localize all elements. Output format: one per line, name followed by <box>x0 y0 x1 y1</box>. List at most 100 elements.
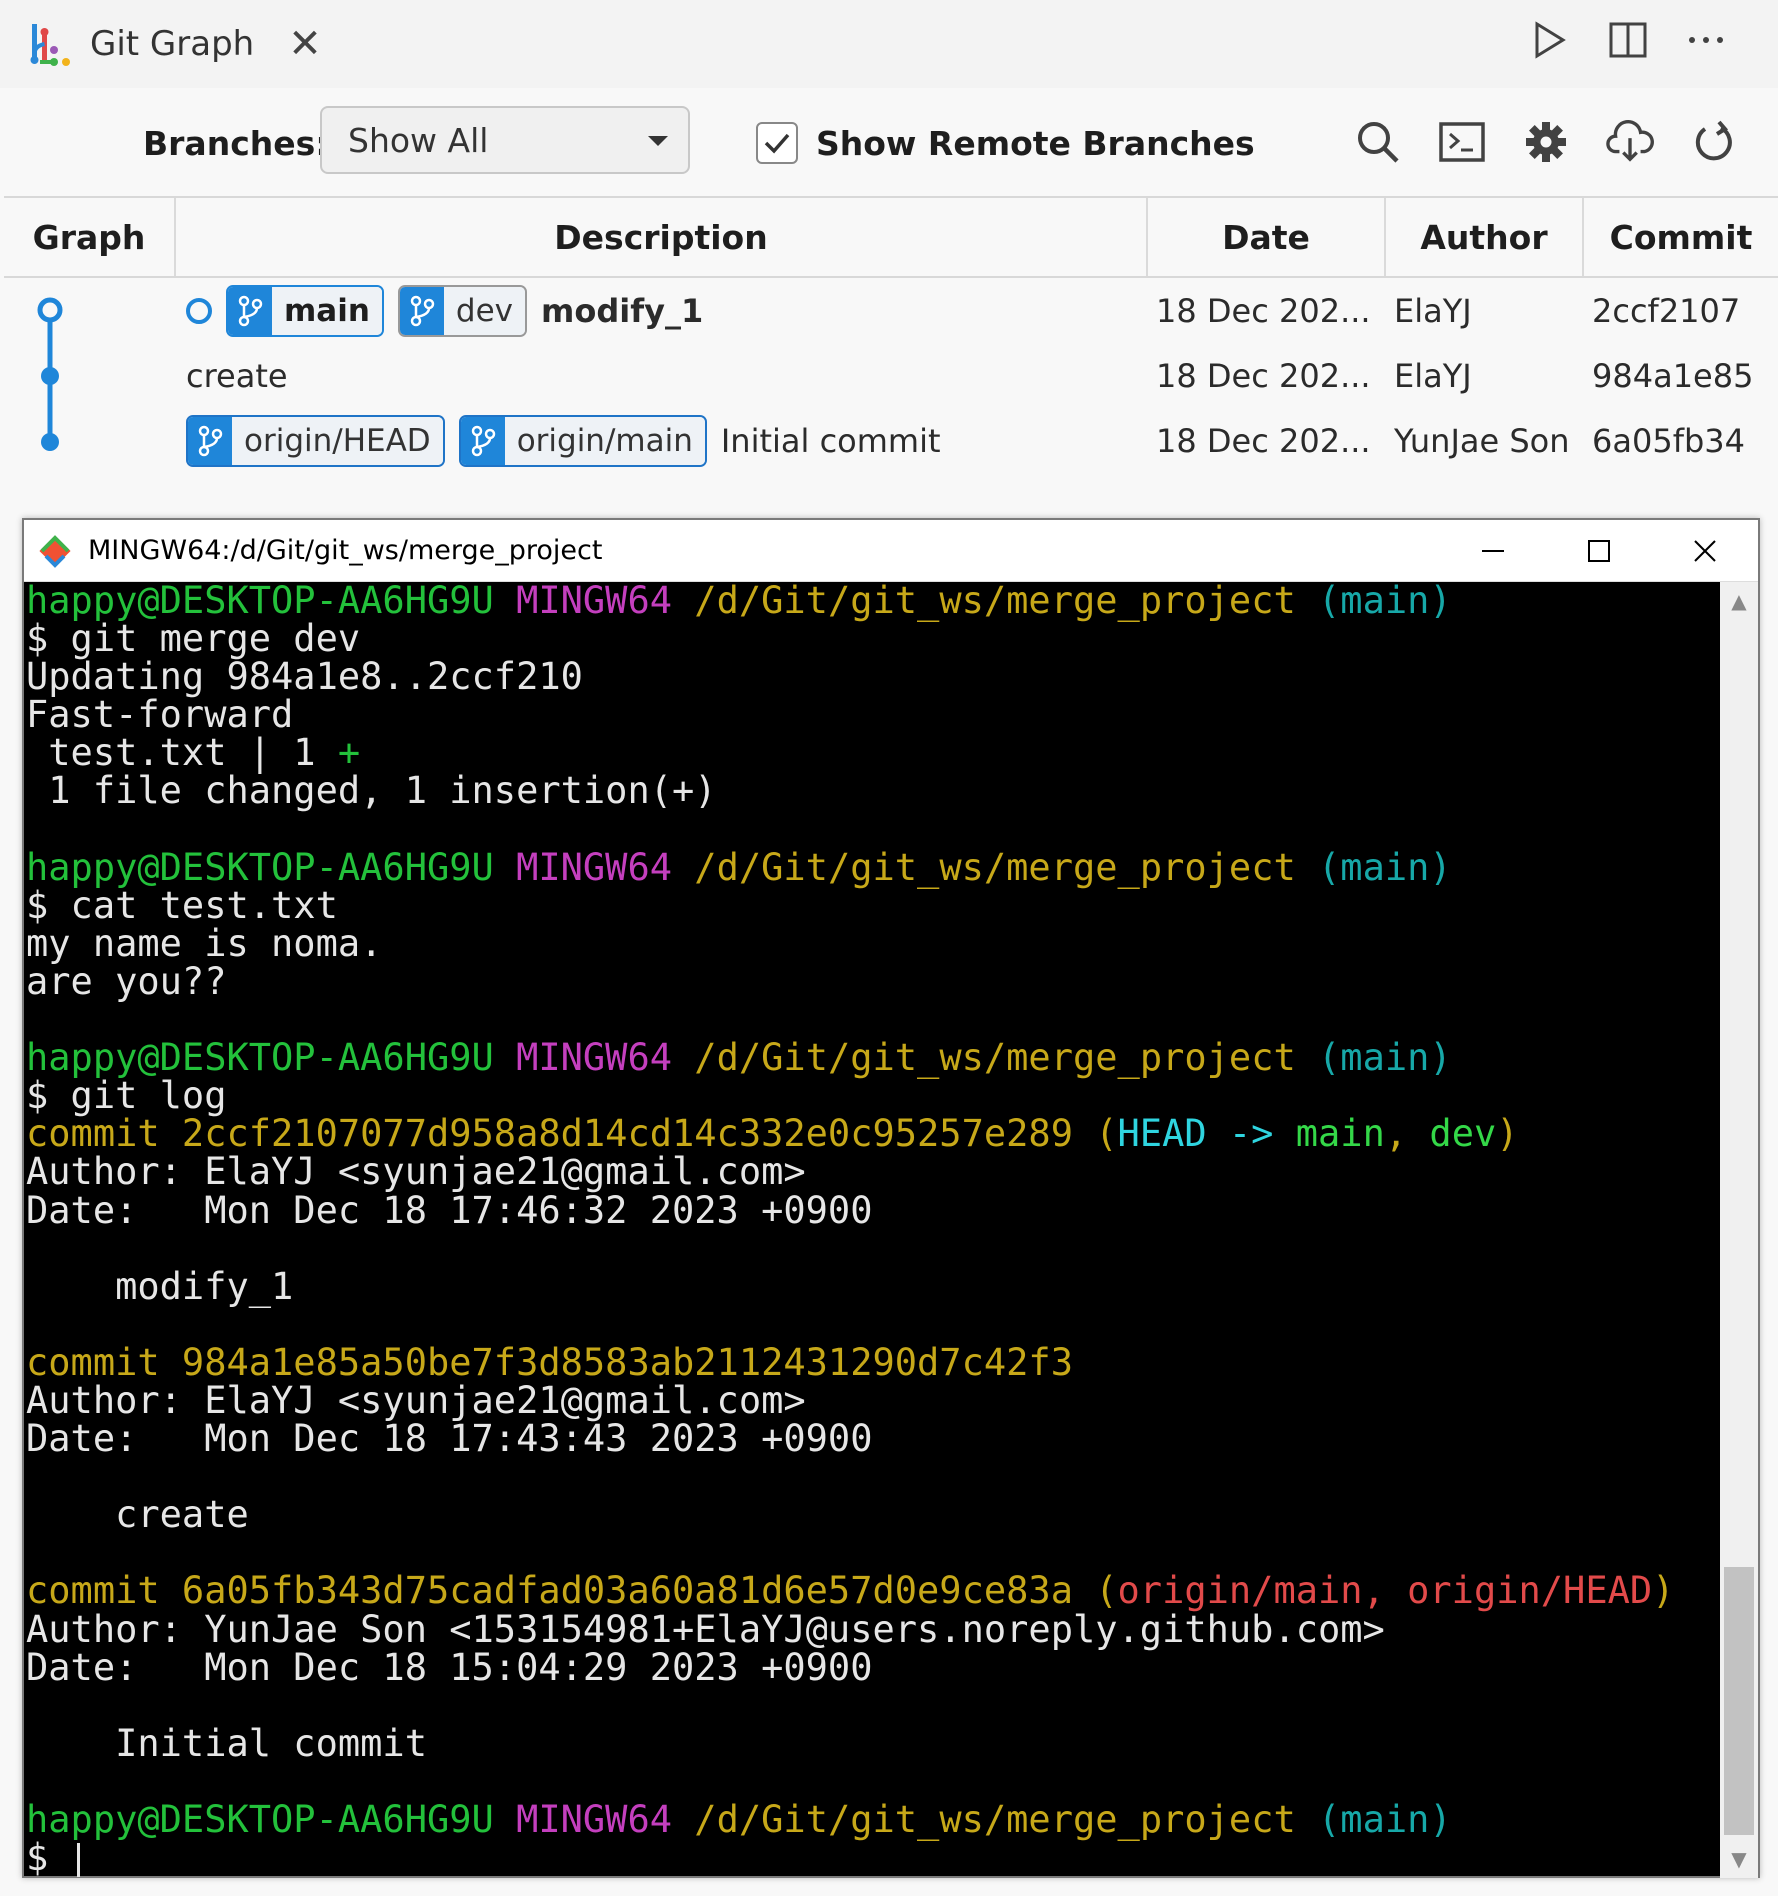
chevron-down-icon <box>648 136 668 146</box>
table-row[interactable]: create 18 Dec 202... ElaYJ 984a1e85 <box>4 343 1778 408</box>
git-graph-tab[interactable]: Git Graph ✕ <box>0 0 330 88</box>
terminal-command-line: $ cat test.txt <box>26 883 338 927</box>
tab-title: Git Graph <box>90 24 255 64</box>
close-tab-icon[interactable]: ✕ <box>288 24 322 64</box>
commit-description: create <box>186 343 288 408</box>
branch-icon <box>228 286 272 335</box>
terminal-output-line: are you?? <box>26 959 227 1003</box>
git-graph-logo-icon <box>30 24 70 66</box>
commit-date: 18 Dec 202... <box>1156 421 1371 460</box>
branch-icon <box>188 416 232 465</box>
remote-ref-origin-head[interactable]: origin/HEAD <box>186 414 445 467</box>
terminal-command-line: $ git log <box>26 1074 227 1118</box>
commit-description: main dev modify_1 <box>186 278 703 343</box>
git-bash-icon <box>39 534 71 568</box>
table-row[interactable]: origin/HEAD origin/main Initial commit 1… <box>4 408 1778 473</box>
branch-ref-label: dev <box>443 286 526 335</box>
checkmark-icon <box>764 133 790 154</box>
minimize-icon[interactable] <box>1440 520 1546 582</box>
terminal-commit-line: commit 984a1e85a50be7f3d8583ab2112431290… <box>26 1340 1073 1384</box>
terminal-command-line: $ git merge dev <box>26 617 361 661</box>
branches-dropdown[interactable]: Show All <box>320 106 690 174</box>
fetch-cloud-icon[interactable] <box>1606 118 1654 166</box>
terminal-prompt-line: happy@DESKTOP-AA6HG9U MINGW64 /d/Git/git… <box>26 845 1452 889</box>
terminal-icon[interactable] <box>1438 118 1486 166</box>
commit-table: Graph Description Date Author Commit mai… <box>4 196 1778 473</box>
terminal-output-line: Author: YunJae Son <153154981+ElaYJ@user… <box>26 1607 1385 1651</box>
commit-hash: 2ccf2107 <box>1592 291 1741 330</box>
terminal-prompt-line: happy@DESKTOP-AA6HG9U MINGW64 /d/Git/git… <box>26 1036 1452 1080</box>
terminal-output-line: Date: Mon Dec 18 15:04:29 2023 +0900 <box>26 1645 873 1689</box>
branches-label: Branches: <box>143 124 329 163</box>
terminal-title: MINGW64:/d/Git/git_ws/merge_project <box>88 535 603 566</box>
branch-icon <box>460 416 505 465</box>
branch-icon <box>399 286 444 335</box>
scroll-down-icon[interactable]: ▼ <box>1720 1840 1758 1878</box>
editor-tab-bar: Git Graph ✕ <box>0 0 1778 88</box>
show-remote-branches-checkbox[interactable] <box>756 122 798 164</box>
settings-gear-icon[interactable] <box>1522 118 1570 166</box>
terminal-scrollbar[interactable]: ▲ ▼ <box>1720 582 1758 1878</box>
scroll-up-icon[interactable]: ▲ <box>1720 582 1758 620</box>
commit-message: modify_1 <box>541 291 704 330</box>
remote-ref-label: origin/HEAD <box>232 416 443 465</box>
head-indicator-icon <box>186 297 212 324</box>
split-editor-icon[interactable] <box>1606 18 1650 62</box>
terminal-title-bar[interactable]: MINGW64:/d/Git/git_ws/merge_project <box>24 520 1758 582</box>
terminal-output-line: Updating 984a1e8..2ccf210 <box>26 655 583 699</box>
control-icons <box>1354 118 1738 166</box>
commit-message: Initial commit <box>720 421 941 460</box>
search-icon[interactable] <box>1354 118 1402 166</box>
terminal-prompt-line: happy@DESKTOP-AA6HG9U MINGW64 /d/Git/git… <box>26 1798 1452 1841</box>
terminal-prompt-line: happy@DESKTOP-AA6HG9U MINGW64 /d/Git/git… <box>26 582 1452 622</box>
column-header-author[interactable]: Author <box>1386 198 1584 276</box>
maximize-icon[interactable] <box>1546 520 1652 582</box>
window-controls <box>1440 520 1758 582</box>
terminal-commit-line: commit 2ccf2107077d958a8d14cd14c332e0c95… <box>26 1112 1519 1156</box>
terminal-output-line: Fast-forward <box>26 693 294 737</box>
terminal-input-line[interactable]: $ <box>26 1839 1722 1877</box>
terminal-output-line: modify_1 <box>26 1264 294 1308</box>
table-header: Graph Description Date Author Commit <box>4 196 1778 278</box>
commit-hash: 984a1e85 <box>1592 356 1754 395</box>
branch-ref-main[interactable]: main <box>226 284 384 337</box>
more-actions-icon[interactable] <box>1684 18 1728 62</box>
commit-hash: 6a05fb34 <box>1592 421 1745 460</box>
commit-author: YunJae Son <box>1394 421 1570 460</box>
text-cursor <box>76 1842 80 1877</box>
branch-ref-label: main <box>272 286 382 335</box>
remote-ref-origin-main[interactable]: origin/main <box>458 414 707 467</box>
terminal-commit-line: commit 6a05fb343d75cadfad03a60a81d6e57d0… <box>26 1569 1675 1613</box>
terminal-output-line: Author: ElaYJ <syunjae21@gmail.com> <box>26 1150 806 1194</box>
terminal-output-line: Date: Mon Dec 18 17:46:32 2023 +0900 <box>26 1188 873 1232</box>
show-remote-branches-label[interactable]: Show Remote Branches <box>816 124 1255 163</box>
column-header-date[interactable]: Date <box>1148 198 1386 276</box>
column-header-description[interactable]: Description <box>176 198 1148 276</box>
close-window-icon[interactable] <box>1652 520 1758 582</box>
terminal-output-line: test.txt | 1 + <box>26 731 361 775</box>
terminal-output-line: create <box>26 1493 249 1537</box>
terminal-output[interactable]: happy@DESKTOP-AA6HG9U MINGW64 /d/Git/git… <box>24 582 1722 1878</box>
commit-author: ElaYJ <box>1394 291 1472 330</box>
mingw64-terminal-window[interactable]: MINGW64:/d/Git/git_ws/merge_project happ… <box>22 518 1760 1878</box>
commit-date: 18 Dec 202... <box>1156 291 1371 330</box>
terminal-output-line: my name is noma. <box>26 921 383 965</box>
column-header-commit[interactable]: Commit <box>1584 198 1778 276</box>
terminal-output-line: Author: ElaYJ <syunjae21@gmail.com> <box>26 1378 806 1422</box>
refresh-icon[interactable] <box>1690 118 1738 166</box>
terminal-output-line: Initial commit <box>26 1721 427 1765</box>
terminal-output-line: Date: Mon Dec 18 17:43:43 2023 +0900 <box>26 1417 873 1461</box>
commit-message: create <box>186 356 288 395</box>
terminal-output-line: 1 file changed, 1 insertion(+) <box>26 769 717 813</box>
branches-dropdown-value: Show All <box>348 120 489 160</box>
remote-ref-label: origin/main <box>504 416 705 465</box>
branch-ref-dev[interactable]: dev <box>397 284 528 337</box>
scrollbar-thumb[interactable] <box>1724 1567 1754 1835</box>
run-icon[interactable] <box>1528 18 1572 62</box>
table-row[interactable]: main dev modify_1 18 Dec 202... ElaYJ 2c… <box>4 278 1778 343</box>
git-graph-controls: Branches: Show All Show Remote Branches <box>0 88 1778 196</box>
editor-actions <box>1528 18 1728 62</box>
commit-author: ElaYJ <box>1394 356 1472 395</box>
column-header-graph[interactable]: Graph <box>4 198 176 276</box>
commit-date: 18 Dec 202... <box>1156 356 1371 395</box>
